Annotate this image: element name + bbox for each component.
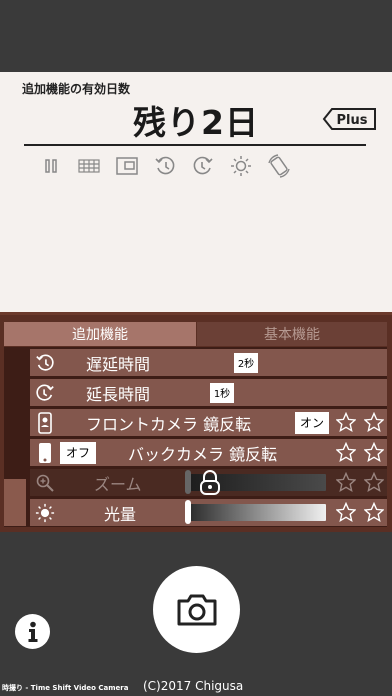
brightness-icon [34, 502, 56, 524]
front-camera-mirror-label: フロントカメラ 鏡反転 [86, 414, 252, 434]
picture-in-picture-icon [114, 153, 140, 179]
plus-status-card: 追加機能の有効日数 残り2日 Plus [0, 72, 392, 312]
plus-badge-label: Plus [337, 113, 368, 128]
panel-top-border [0, 312, 392, 315]
scroll-thumb[interactable] [4, 479, 26, 526]
back-camera-mirror-toggle[interactable]: オフ [60, 441, 96, 464]
extend-timer-icon [190, 153, 216, 179]
extend-time-label: 延長時間 [86, 384, 151, 404]
copyright-label: (C)2017 Chigusa [143, 679, 244, 693]
extend-timer-icon [34, 382, 56, 404]
star-icon[interactable] [336, 502, 356, 522]
app-name-label: 時撮り - Time Shift Video Camera [2, 684, 129, 692]
delay-timer-icon [34, 352, 56, 374]
light-slider-knob[interactable] [185, 500, 191, 524]
tab-basic-features[interactable]: 基本機能 [197, 322, 387, 346]
zoom-icon [34, 472, 56, 494]
zoom-row[interactable]: ズーム [30, 469, 387, 496]
pause-icon [38, 153, 64, 179]
zoom-label: ズーム [94, 474, 142, 494]
light-slider-track[interactable] [188, 504, 326, 521]
front-camera-mirror-row[interactable]: フロントカメラ 鏡反転 オン [30, 409, 387, 436]
back-camera-icon [34, 442, 56, 464]
lock-icon [198, 469, 222, 496]
star-icon[interactable] [364, 472, 384, 492]
back-camera-mirror-row[interactable]: オフ バックカメラ 鏡反転 [30, 439, 387, 466]
info-icon [28, 621, 37, 642]
extend-time-row[interactable]: 延長時間 1秒 [30, 379, 387, 406]
front-camera-icon [34, 412, 56, 434]
star-icon[interactable] [336, 472, 356, 492]
star-icon[interactable] [336, 412, 356, 432]
delay-time-value[interactable]: 2秒 [234, 352, 258, 373]
tab-extra-features[interactable]: 追加機能 [4, 322, 196, 346]
grid-icon [76, 153, 102, 179]
plus-badge[interactable]: Plus [322, 107, 378, 131]
info-button[interactable] [15, 614, 50, 649]
top-bar [0, 0, 392, 72]
zoom-slider-knob[interactable] [185, 470, 191, 494]
delay-time-row[interactable]: 遅延時間 2秒 [30, 349, 387, 376]
card-divider [24, 144, 366, 146]
rotate-icon [266, 153, 292, 179]
brightness-icon [228, 153, 254, 179]
star-icon[interactable] [364, 442, 384, 462]
delay-time-label: 遅延時間 [86, 354, 151, 374]
light-label: 光量 [104, 504, 137, 524]
back-camera-mirror-label: バックカメラ 鏡反転 [128, 444, 278, 464]
camera-icon [177, 594, 216, 625]
star-icon[interactable] [364, 502, 384, 522]
shutter-button[interactable] [153, 566, 240, 653]
delay-timer-icon [152, 153, 178, 179]
star-icon[interactable] [336, 442, 356, 462]
star-icon[interactable] [364, 412, 384, 432]
plus-days-caption: 追加機能の有効日数 [22, 82, 131, 96]
extend-time-value[interactable]: 1秒 [210, 382, 234, 403]
light-row[interactable]: 光量 [30, 499, 387, 526]
front-camera-mirror-toggle[interactable]: オン [295, 411, 329, 434]
feature-icon-row [38, 153, 292, 179]
